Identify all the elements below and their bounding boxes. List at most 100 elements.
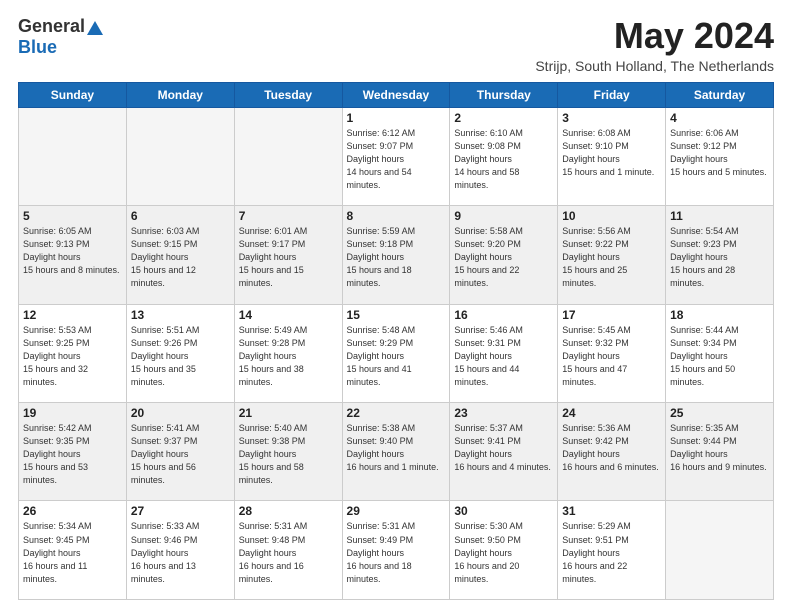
calendar-cell: 20 Sunrise: 5:41 AMSunset: 9:37 PMDayligh… <box>126 403 234 501</box>
calendar-week-row: 26 Sunrise: 5:34 AMSunset: 9:45 PMDayligh… <box>19 501 774 600</box>
calendar-header-row: SundayMondayTuesdayWednesdayThursdayFrid… <box>19 82 774 107</box>
calendar-cell: 4 Sunrise: 6:06 AMSunset: 9:12 PMDaylight… <box>666 107 774 205</box>
calendar-cell: 10Sunrise: 5:56 AMSunset: 9:22 PMDayligh… <box>558 206 666 304</box>
day-number: 21 <box>239 406 338 420</box>
calendar-cell: 7 Sunrise: 6:01 AMSunset: 9:17 PMDaylight… <box>234 206 342 304</box>
calendar-cell: 14 Sunrise: 5:49 AMSunset: 9:28 PMDayligh… <box>234 304 342 402</box>
location-title: Strijp, South Holland, The Netherlands <box>535 58 774 74</box>
day-info: Sunrise: 5:41 AMSunset: 9:37 PMDaylight … <box>131 422 230 487</box>
calendar-cell: 1 Sunrise: 6:12 AMSunset: 9:07 PMDaylight… <box>342 107 450 205</box>
day-header-tuesday: Tuesday <box>234 82 342 107</box>
calendar-cell <box>126 107 234 205</box>
calendar-cell: 13 Sunrise: 5:51 AMSunset: 9:26 PMDayligh… <box>126 304 234 402</box>
day-number: 2 <box>454 111 553 125</box>
page: General Blue May 2024 Strijp, South Holl… <box>0 0 792 612</box>
calendar-cell: 24 Sunrise: 5:36 AMSunset: 9:42 PMDayligh… <box>558 403 666 501</box>
day-info: Sunrise: 6:10 AMSunset: 9:08 PMDaylight … <box>454 127 553 192</box>
calendar-cell: 23 Sunrise: 5:37 AMSunset: 9:41 PMDayligh… <box>450 403 558 501</box>
day-info: Sunrise: 5:30 AMSunset: 9:50 PMDaylight … <box>454 520 553 585</box>
calendar-table: SundayMondayTuesdayWednesdayThursdayFrid… <box>18 82 774 600</box>
day-number: 8 <box>347 209 446 223</box>
calendar-cell: 31Sunrise: 5:29 AMSunset: 9:51 PMDayligh… <box>558 501 666 600</box>
day-number: 14 <box>239 308 338 322</box>
calendar-cell: 22 Sunrise: 5:38 AMSunset: 9:40 PMDayligh… <box>342 403 450 501</box>
day-info: Sunrise: 6:06 AMSunset: 9:12 PMDaylight … <box>670 127 769 179</box>
day-number: 12 <box>23 308 122 322</box>
day-info: Sunrise: 5:45 AMSunset: 9:32 PMDaylight … <box>562 324 661 389</box>
calendar-week-row: 5 Sunrise: 6:05 AMSunset: 9:13 PMDaylight… <box>19 206 774 304</box>
calendar-cell: 12 Sunrise: 5:53 AMSunset: 9:25 PMDayligh… <box>19 304 127 402</box>
day-number: 28 <box>239 504 338 518</box>
calendar-cell: 19Sunrise: 5:42 AMSunset: 9:35 PMDayligh… <box>19 403 127 501</box>
day-number: 19 <box>23 406 122 420</box>
calendar-cell: 21 Sunrise: 5:40 AMSunset: 9:38 PMDayligh… <box>234 403 342 501</box>
day-header-sunday: Sunday <box>19 82 127 107</box>
day-number: 27 <box>131 504 230 518</box>
day-number: 26 <box>23 504 122 518</box>
day-number: 23 <box>454 406 553 420</box>
logo: General Blue <box>18 16 103 58</box>
day-number: 1 <box>347 111 446 125</box>
day-number: 22 <box>347 406 446 420</box>
calendar-cell: 8 Sunrise: 5:59 AMSunset: 9:18 PMDaylight… <box>342 206 450 304</box>
calendar-cell: 9 Sunrise: 5:58 AMSunset: 9:20 PMDaylight… <box>450 206 558 304</box>
calendar-cell: 2 Sunrise: 6:10 AMSunset: 9:08 PMDaylight… <box>450 107 558 205</box>
day-info: Sunrise: 6:01 AMSunset: 9:17 PMDaylight … <box>239 225 338 290</box>
calendar-cell: 16Sunrise: 5:46 AMSunset: 9:31 PMDayligh… <box>450 304 558 402</box>
calendar-cell: 18Sunrise: 5:44 AMSunset: 9:34 PMDayligh… <box>666 304 774 402</box>
calendar-cell: 25 Sunrise: 5:35 AMSunset: 9:44 PMDayligh… <box>666 403 774 501</box>
day-info: Sunrise: 5:56 AMSunset: 9:22 PMDaylight … <box>562 225 661 290</box>
day-info: Sunrise: 5:29 AMSunset: 9:51 PMDaylight … <box>562 520 661 585</box>
calendar-cell <box>234 107 342 205</box>
day-info: Sunrise: 6:03 AMSunset: 9:15 PMDaylight … <box>131 225 230 290</box>
day-number: 11 <box>670 209 769 223</box>
day-number: 6 <box>131 209 230 223</box>
day-info: Sunrise: 5:49 AMSunset: 9:28 PMDaylight … <box>239 324 338 389</box>
day-number: 25 <box>670 406 769 420</box>
day-header-friday: Friday <box>558 82 666 107</box>
calendar-cell <box>666 501 774 600</box>
calendar-cell: 6 Sunrise: 6:03 AMSunset: 9:15 PMDaylight… <box>126 206 234 304</box>
header: General Blue May 2024 Strijp, South Holl… <box>18 16 774 74</box>
calendar-cell: 26 Sunrise: 5:34 AMSunset: 9:45 PMDayligh… <box>19 501 127 600</box>
calendar-cell: 3 Sunrise: 6:08 AMSunset: 9:10 PMDaylight… <box>558 107 666 205</box>
day-number: 24 <box>562 406 661 420</box>
day-info: Sunrise: 5:53 AMSunset: 9:25 PMDaylight … <box>23 324 122 389</box>
day-info: Sunrise: 5:58 AMSunset: 9:20 PMDaylight … <box>454 225 553 290</box>
day-info: Sunrise: 5:33 AMSunset: 9:46 PMDaylight … <box>131 520 230 585</box>
day-info: Sunrise: 5:40 AMSunset: 9:38 PMDaylight … <box>239 422 338 487</box>
day-info: Sunrise: 5:54 AMSunset: 9:23 PMDaylight … <box>670 225 769 290</box>
calendar-week-row: 1 Sunrise: 6:12 AMSunset: 9:07 PMDaylight… <box>19 107 774 205</box>
day-number: 3 <box>562 111 661 125</box>
day-number: 5 <box>23 209 122 223</box>
day-info: Sunrise: 6:12 AMSunset: 9:07 PMDaylight … <box>347 127 446 192</box>
calendar-cell: 11 Sunrise: 5:54 AMSunset: 9:23 PMDayligh… <box>666 206 774 304</box>
day-info: Sunrise: 5:46 AMSunset: 9:31 PMDaylight … <box>454 324 553 389</box>
day-info: Sunrise: 5:35 AMSunset: 9:44 PMDaylight … <box>670 422 769 474</box>
calendar-cell: 5 Sunrise: 6:05 AMSunset: 9:13 PMDaylight… <box>19 206 127 304</box>
day-info: Sunrise: 5:51 AMSunset: 9:26 PMDaylight … <box>131 324 230 389</box>
title-block: May 2024 Strijp, South Holland, The Neth… <box>535 16 774 74</box>
day-info: Sunrise: 6:05 AMSunset: 9:13 PMDaylight … <box>23 225 122 277</box>
day-header-monday: Monday <box>126 82 234 107</box>
day-number: 4 <box>670 111 769 125</box>
day-number: 9 <box>454 209 553 223</box>
day-number: 18 <box>670 308 769 322</box>
logo-blue-text: Blue <box>18 37 57 58</box>
calendar-cell: 15Sunrise: 5:48 AMSunset: 9:29 PMDayligh… <box>342 304 450 402</box>
day-number: 17 <box>562 308 661 322</box>
day-info: Sunrise: 5:37 AMSunset: 9:41 PMDaylight … <box>454 422 553 474</box>
day-info: Sunrise: 6:08 AMSunset: 9:10 PMDaylight … <box>562 127 661 179</box>
day-number: 30 <box>454 504 553 518</box>
month-title: May 2024 <box>535 16 774 56</box>
day-info: Sunrise: 5:38 AMSunset: 9:40 PMDaylight … <box>347 422 446 474</box>
calendar-cell: 29Sunrise: 5:31 AMSunset: 9:49 PMDayligh… <box>342 501 450 600</box>
day-number: 13 <box>131 308 230 322</box>
day-number: 20 <box>131 406 230 420</box>
calendar-week-row: 19Sunrise: 5:42 AMSunset: 9:35 PMDayligh… <box>19 403 774 501</box>
day-info: Sunrise: 5:31 AMSunset: 9:49 PMDaylight … <box>347 520 446 585</box>
day-number: 7 <box>239 209 338 223</box>
day-info: Sunrise: 5:59 AMSunset: 9:18 PMDaylight … <box>347 225 446 290</box>
day-info: Sunrise: 5:34 AMSunset: 9:45 PMDaylight … <box>23 520 122 585</box>
day-info: Sunrise: 5:36 AMSunset: 9:42 PMDaylight … <box>562 422 661 474</box>
